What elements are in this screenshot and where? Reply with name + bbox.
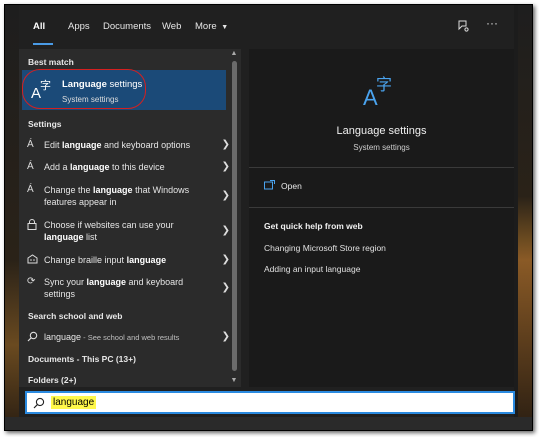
filter-tabs: All Apps Documents Web More ▼ ··· [19, 5, 514, 49]
web-search-label: language - See school and web results [44, 332, 180, 342]
scroll-up-icon[interactable]: ▲ [229, 50, 239, 57]
search-input[interactable]: language [51, 396, 97, 409]
language-icon: Á [27, 184, 34, 195]
section-settings: Settings [28, 119, 62, 129]
settings-item-label: Add a language to this device [44, 162, 165, 172]
annotation-circle [22, 69, 146, 109]
search-box[interactable]: language [25, 391, 515, 414]
start-search-panel: All Apps Documents Web More ▼ ··· Best m… [19, 5, 515, 430]
search-icon [27, 331, 39, 343]
scroll-down-icon[interactable]: ▼ [229, 377, 239, 384]
open-action[interactable]: Open [264, 180, 302, 191]
detail-pane: A 字 Language settings System settings Op… [249, 49, 514, 387]
language-icon: Á [27, 161, 34, 172]
scrollbar-thumb[interactable] [232, 61, 237, 371]
detail-title: Language settings [336, 125, 427, 137]
braille-icon [27, 254, 39, 266]
language-icon: A 字 [361, 71, 401, 111]
desktop-background-left [5, 5, 19, 430]
tab-web[interactable]: Web [162, 21, 181, 32]
tab-apps[interactable]: Apps [68, 21, 90, 32]
sync-icon: ⟳ [27, 276, 36, 287]
tab-documents[interactable]: Documents [103, 21, 151, 32]
tab-active-indicator [33, 43, 53, 45]
divider [249, 207, 514, 208]
settings-item-label: Choose if websites can use your language… [44, 220, 174, 242]
tab-more-label: More [195, 21, 217, 32]
chevron-down-icon: ▼ [221, 24, 229, 31]
settings-item-label: Edit language and keyboard options [44, 140, 191, 150]
section-best-match: Best match [28, 57, 74, 67]
results-list: Best match A 字 Language settings System … [19, 49, 241, 387]
language-icon: Á [27, 139, 34, 150]
desktop-background-right [518, 5, 532, 430]
tab-more[interactable]: More ▼ [195, 21, 228, 32]
settings-item-label: Sync your language and keyboard settings [44, 277, 184, 299]
results-scrollbar[interactable]: ▲ ▼ [229, 49, 239, 387]
settings-item-label: Change the language that Windows feature… [44, 185, 190, 207]
divider [249, 167, 514, 168]
feedback-icon[interactable] [456, 19, 470, 33]
more-options-icon[interactable]: ··· [485, 16, 499, 30]
svg-text:字: 字 [376, 75, 392, 94]
search-icon [33, 396, 45, 409]
section-documents[interactable]: Documents - This PC (13+) [28, 354, 136, 364]
open-icon [264, 180, 275, 190]
help-link[interactable]: Changing Microsoft Store region [264, 243, 386, 253]
open-label: Open [281, 181, 302, 191]
tab-all[interactable]: All [33, 21, 45, 32]
quick-help-heading: Get quick help from web [264, 221, 363, 231]
screenshot-frame: All Apps Documents Web More ▼ ··· Best m… [4, 4, 533, 431]
lock-icon [27, 219, 39, 231]
section-search-web: Search school and web [28, 311, 123, 321]
detail-subtitle: System settings [353, 143, 410, 152]
section-folders[interactable]: Folders (2+) [28, 375, 76, 385]
help-link[interactable]: Adding an input language [264, 264, 360, 274]
taskbar [5, 417, 532, 430]
settings-item-label: Change braille input language [44, 255, 167, 265]
